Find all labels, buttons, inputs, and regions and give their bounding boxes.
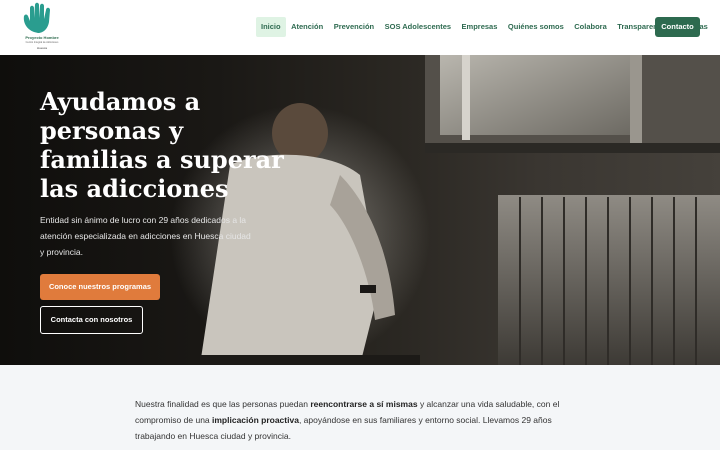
hero-description: Entidad sin ánimo de lucro con 29 años d…: [40, 215, 251, 257]
programs-button[interactable]: Conoce nuestros programas: [40, 274, 160, 300]
nav-item-empresas[interactable]: Empresas: [457, 17, 503, 37]
hero-title-line: familias a superar: [40, 145, 284, 174]
hero-title-line: Ayudamos a: [40, 87, 201, 116]
nav-item-inicio[interactable]: Inicio: [256, 17, 286, 37]
site-header: Proyecto Hombre Centro Integral de Adicc…: [0, 0, 720, 55]
hand-logo-icon: [23, 2, 50, 33]
contact-us-button[interactable]: Contacta con nosotros: [40, 306, 143, 334]
intro-section: Nuestra finalidad es que las personas pu…: [0, 365, 720, 450]
nav-item-sos-adolescentes[interactable]: SOS Adolescentes: [380, 17, 456, 37]
logo[interactable]: Proyecto Hombre Centro Integral de Adicc…: [18, 2, 66, 52]
logo-city: Huesca: [36, 46, 48, 50]
nav-item-prevencion[interactable]: Prevención: [329, 17, 379, 37]
hero-section: Ayudamos a personas y familias a superar…: [0, 55, 720, 365]
intro-paragraph: Nuestra finalidad es que las personas pu…: [135, 396, 590, 444]
hero-title-line: personas y: [40, 116, 184, 145]
nav-item-atencion[interactable]: Atención: [286, 17, 328, 37]
nav-item-colabora[interactable]: Colabora: [569, 17, 612, 37]
intro-text: Nuestra finalidad es que las personas pu…: [135, 399, 311, 409]
intro-highlight: implicación proactiva: [212, 415, 299, 425]
nav-item-quienes-somos[interactable]: Quiénes somos: [503, 17, 569, 37]
logo-name: Proyecto Hombre: [25, 35, 59, 40]
main-nav: Inicio Atención Prevención SOS Adolescen…: [256, 17, 713, 37]
hero-title: Ayudamos a personas y familias a superar…: [40, 87, 284, 203]
contact-button[interactable]: Contacto: [655, 17, 700, 37]
logo-subtitle: Centro Integral de Adicciones: [25, 41, 59, 44]
hero-title-line: las adicciones: [40, 174, 229, 203]
intro-highlight: reencontrarse a sí mismas: [310, 399, 418, 409]
